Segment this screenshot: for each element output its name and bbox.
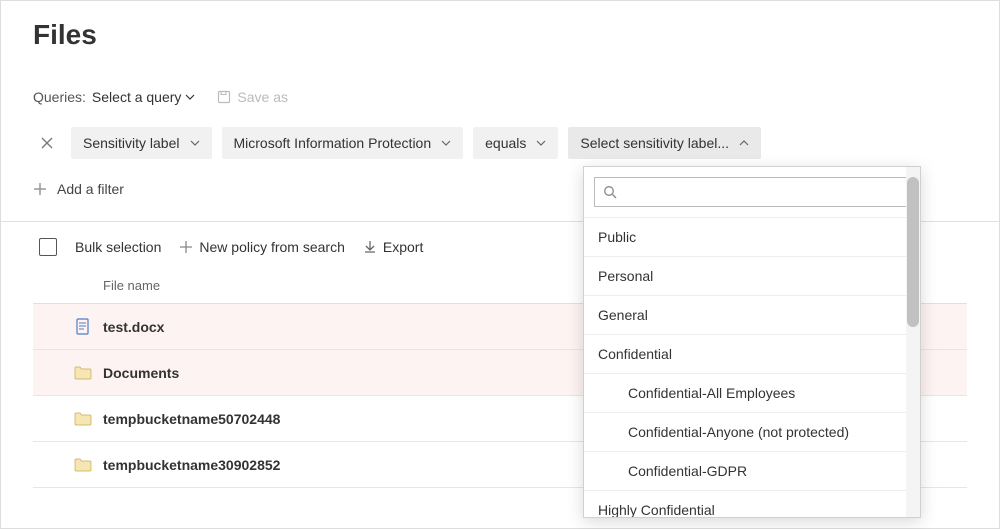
file-name: Documents [103, 365, 179, 381]
save-icon [217, 90, 231, 104]
document-icon [63, 318, 103, 336]
close-icon [41, 137, 53, 149]
dropdown-option[interactable]: Confidential [584, 334, 920, 373]
dropdown-option[interactable]: Confidential-Anyone (not protected) [584, 412, 920, 451]
bulk-selection-button[interactable]: Bulk selection [75, 239, 161, 255]
folder-icon [63, 458, 103, 472]
dropdown-option[interactable]: Confidential-GDPR [584, 451, 920, 490]
new-policy-label: New policy from search [199, 239, 345, 255]
chevron-down-icon [190, 140, 200, 146]
filter-chip-sensitivity-label[interactable]: Sensitivity label [71, 127, 212, 159]
select-query-dropdown[interactable]: Select a query [92, 89, 196, 105]
dropdown-search-input[interactable] [625, 184, 901, 200]
filter-chip-equals[interactable]: equals [473, 127, 558, 159]
bulk-selection-label: Bulk selection [75, 239, 161, 255]
filter-chip-mip[interactable]: Microsoft Information Protection [222, 127, 464, 159]
file-name: test.docx [103, 319, 164, 335]
dropdown-option[interactable]: Personal [584, 256, 920, 295]
dropdown-option[interactable]: Public [584, 217, 920, 256]
chevron-down-icon [441, 140, 451, 146]
sensitivity-label-dropdown: PublicPersonalGeneralConfidentialConfide… [583, 166, 921, 518]
file-name: tempbucketname30902852 [103, 457, 280, 473]
folder-icon [63, 412, 103, 426]
chevron-up-icon [739, 140, 749, 146]
chevron-down-icon [185, 94, 195, 100]
scrollbar-thumb[interactable] [907, 177, 919, 327]
dropdown-option[interactable]: Confidential-All Employees [584, 373, 920, 412]
export-button[interactable]: Export [363, 239, 423, 255]
chevron-down-icon [536, 140, 546, 146]
dropdown-search[interactable] [594, 177, 910, 207]
search-icon [603, 185, 617, 199]
file-name: tempbucketname50702448 [103, 411, 280, 427]
plus-icon [33, 182, 47, 196]
dropdown-option[interactable]: Highly Confidential [584, 490, 920, 517]
select-query-label: Select a query [92, 89, 182, 105]
save-as-button: Save as [217, 89, 288, 105]
folder-icon [63, 366, 103, 380]
filter-chip-label: Select sensitivity label... [580, 135, 729, 151]
export-label: Export [383, 239, 423, 255]
dropdown-scrollbar[interactable] [906, 167, 920, 517]
filter-chip-select-sensitivity[interactable]: Select sensitivity label... [568, 127, 761, 159]
plus-icon [179, 240, 193, 254]
bulk-select-checkbox[interactable] [39, 238, 57, 256]
filter-chip-label: Microsoft Information Protection [234, 135, 432, 151]
new-policy-button[interactable]: New policy from search [179, 239, 345, 255]
add-filter-label: Add a filter [57, 181, 124, 197]
download-icon [363, 240, 377, 254]
filter-chip-label: Sensitivity label [83, 135, 180, 151]
save-as-label: Save as [237, 89, 288, 105]
dropdown-option[interactable]: General [584, 295, 920, 334]
filter-chip-label: equals [485, 135, 526, 151]
page-title: Files [33, 19, 967, 51]
queries-label: Queries: [33, 89, 86, 105]
remove-filter-button[interactable] [33, 129, 61, 157]
